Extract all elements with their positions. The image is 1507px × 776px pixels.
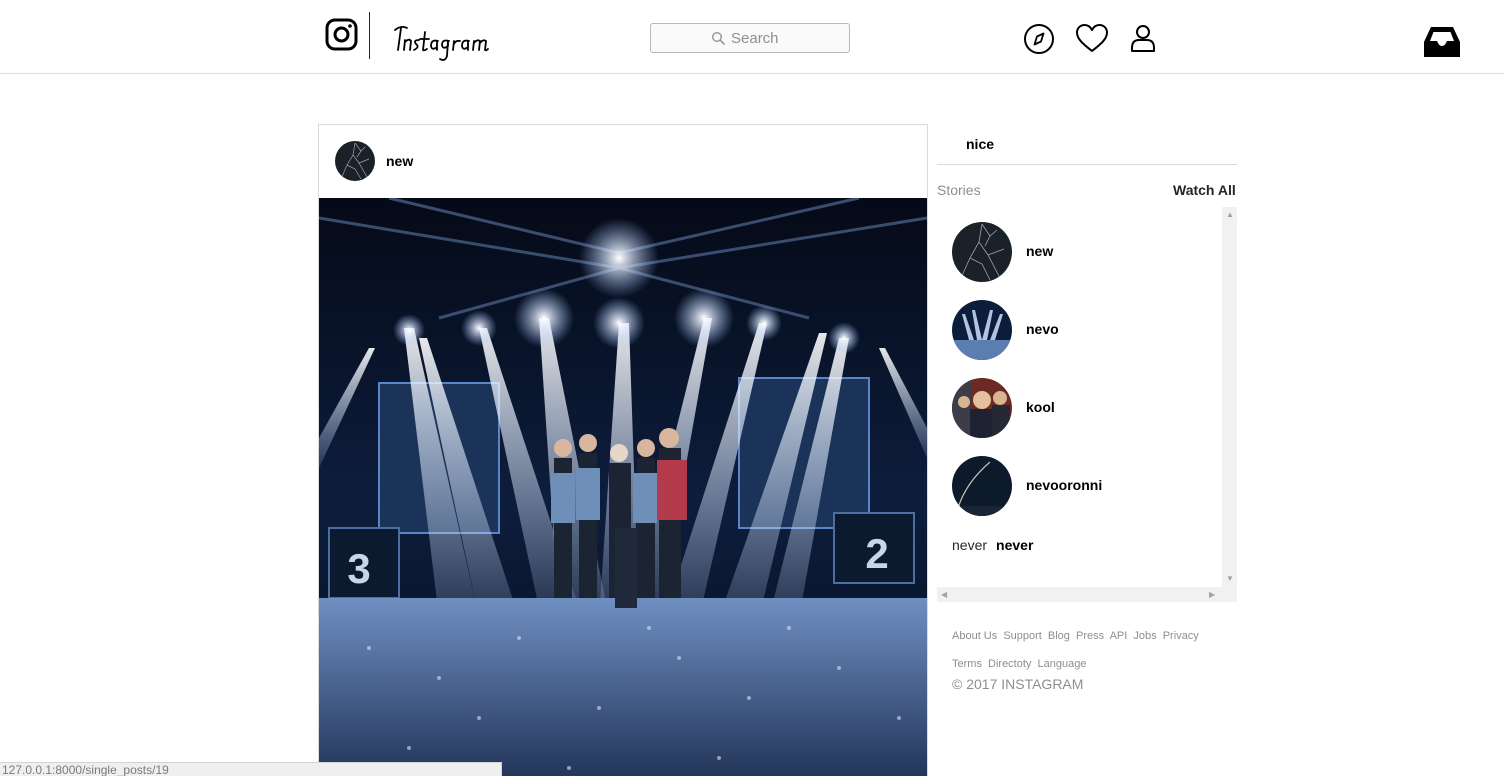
scroll-up-arrow-icon[interactable]: ▲ — [1226, 211, 1234, 219]
search-icon — [711, 31, 725, 45]
avatar[interactable] — [952, 222, 1012, 282]
horizontal-scrollbar[interactable]: ◀ ▶ — [937, 587, 1222, 602]
story-item[interactable]: nevo — [952, 300, 1212, 360]
current-username[interactable]: nice — [966, 136, 994, 152]
story-item[interactable]: nevooronni — [952, 456, 1212, 516]
scroll-left-arrow-icon[interactable]: ◀ — [941, 591, 947, 599]
watch-all-link[interactable]: Watch All — [1173, 182, 1236, 198]
footer-link-press[interactable]: Press — [1076, 630, 1104, 642]
broken-avatar-alt: never — [952, 537, 988, 553]
instagram-glyph-icon[interactable] — [325, 18, 358, 51]
footer-link-language[interactable]: Language — [1037, 658, 1086, 670]
footer-link-support[interactable]: Support — [1003, 630, 1042, 642]
story-username[interactable]: nevooronni — [1026, 477, 1102, 493]
avatar[interactable] — [335, 141, 375, 181]
copyright: © 2017 INSTAGRAM — [952, 676, 1084, 692]
sidebar-divider — [937, 164, 1237, 165]
footer-link-terms[interactable]: Terms — [952, 658, 982, 670]
post-header: new — [319, 125, 927, 198]
stories-label: Stories — [937, 182, 981, 198]
instagram-wordmark-logo[interactable] — [393, 22, 503, 66]
story-username[interactable]: kool — [1026, 399, 1055, 415]
footer-link-api[interactable]: API — [1110, 630, 1128, 642]
svg-text:3: 3 — [347, 545, 370, 592]
scroll-right-arrow-icon[interactable]: ▶ — [1209, 591, 1215, 599]
avatar[interactable] — [952, 378, 1012, 438]
footer-link-about[interactable]: About Us — [952, 630, 997, 642]
post-image[interactable]: 3 2 — [319, 198, 927, 776]
search-box[interactable] — [650, 23, 850, 53]
avatar[interactable] — [952, 456, 1012, 516]
user-icon[interactable] — [1126, 22, 1160, 56]
footer-link-jobs[interactable]: Jobs — [1133, 630, 1156, 642]
browser-status-bar: 127.0.0.1:8000/single_posts/19 — [0, 762, 502, 776]
story-item[interactable]: new — [952, 222, 1212, 282]
heart-icon[interactable] — [1075, 22, 1109, 56]
footer-link-blog[interactable]: Blog — [1048, 630, 1070, 642]
svg-text:2: 2 — [865, 530, 888, 577]
avatar[interactable] — [952, 300, 1012, 360]
story-item[interactable]: never never — [952, 537, 1033, 553]
scrollbar-corner — [1222, 587, 1237, 602]
story-item[interactable]: kool — [952, 378, 1212, 438]
inbox-icon[interactable] — [1422, 24, 1462, 60]
story-username[interactable]: never — [996, 537, 1033, 553]
story-username[interactable]: nevo — [1026, 321, 1059, 337]
compass-icon[interactable] — [1022, 22, 1056, 56]
footer-link-privacy[interactable]: Privacy — [1163, 630, 1199, 642]
footer-links: About Us Support Blog Press API Jobs Pri… — [952, 622, 1222, 678]
logo-divider — [369, 12, 370, 59]
vertical-scrollbar[interactable]: ▲ ▼ — [1222, 207, 1237, 587]
search-input[interactable] — [731, 29, 841, 47]
footer-link-directory[interactable]: Directoty — [988, 658, 1031, 670]
post-username[interactable]: new — [386, 153, 413, 169]
scroll-down-arrow-icon[interactable]: ▼ — [1226, 575, 1234, 583]
top-navbar — [0, 0, 1504, 74]
story-username[interactable]: new — [1026, 243, 1053, 259]
post-card: new 3 2 — [318, 124, 928, 776]
